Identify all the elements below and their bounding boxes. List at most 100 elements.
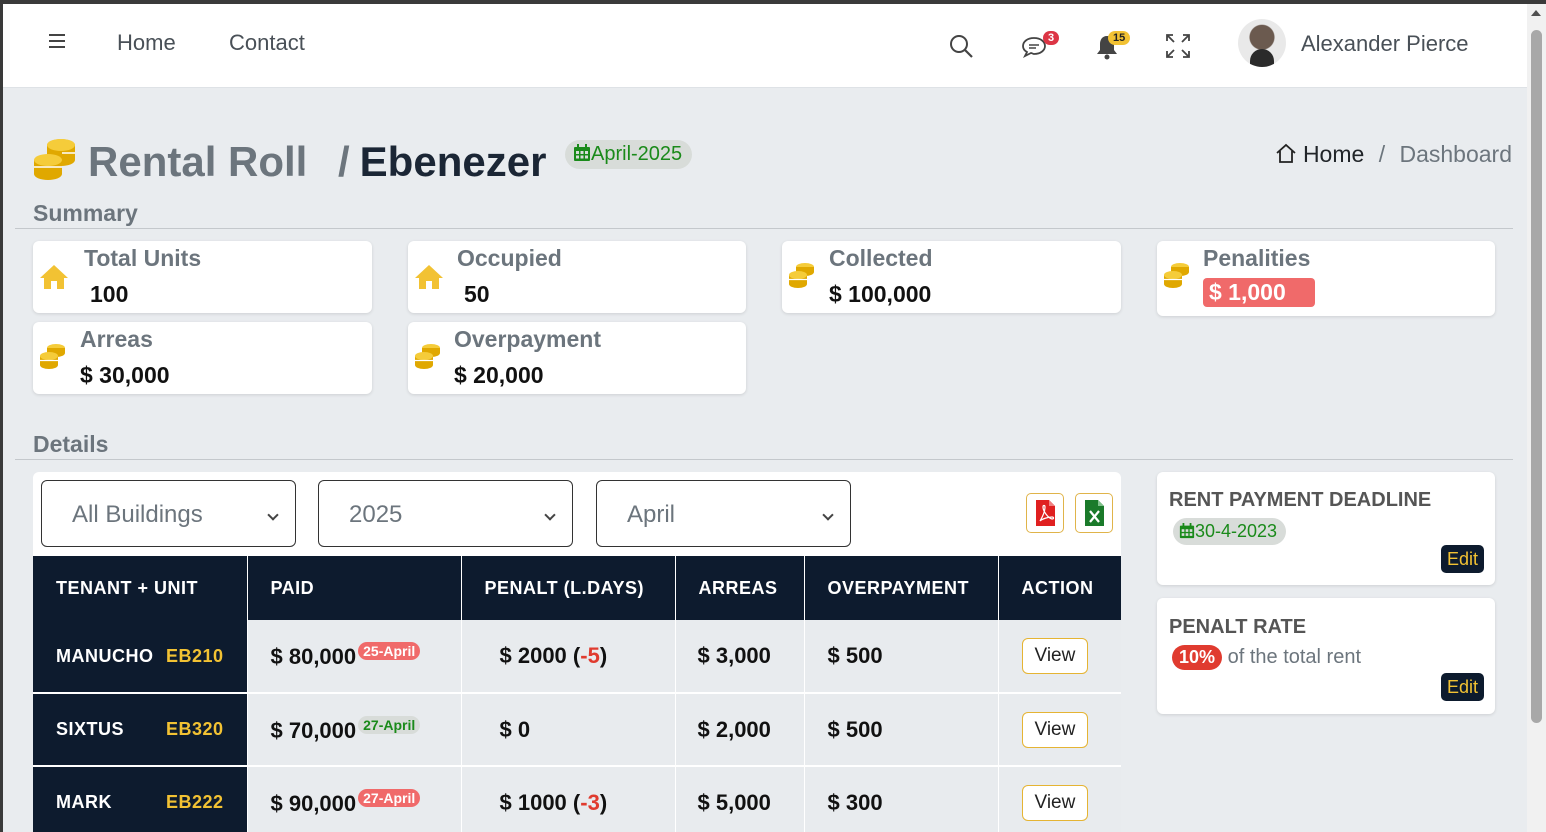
- edit-penalty-rate-button[interactable]: Edit: [1441, 673, 1484, 701]
- stat-value: 100: [90, 281, 129, 307]
- column-header[interactable]: ACTION: [998, 556, 1121, 620]
- stat-card-arreas: Arreas $ 30,000: [33, 322, 372, 394]
- user-name[interactable]: Alexander Pierce: [1301, 31, 1469, 57]
- view-button[interactable]: View: [1021, 711, 1089, 748]
- rent-roll-table: TENANT + UNIT PAID PENALT (L.DAYS) ARREA…: [33, 556, 1121, 832]
- stat-card-collected: Collected $ 100,000: [782, 241, 1121, 313]
- stat-card-penalities: Penalities $ 1,000: [1157, 241, 1495, 316]
- paid-amount: $ 70,000: [270, 717, 357, 743]
- penalty-rate-text: of the total rent: [1227, 646, 1362, 668]
- overpayment-cell: $ 300: [804, 766, 999, 832]
- stat-value: $ 30,000: [80, 362, 170, 388]
- messages-badge: 3: [1043, 31, 1060, 45]
- home-outline-icon: [1275, 143, 1296, 163]
- excel-file-icon: [1085, 500, 1104, 526]
- column-header[interactable]: TENANT + UNIT: [33, 556, 248, 620]
- notifications-badge: 15: [1108, 31, 1131, 45]
- home-icon: [40, 265, 68, 289]
- building-select-value: All Buildings: [72, 501, 203, 528]
- breadcrumb-separator: /: [1378, 141, 1386, 167]
- year-select[interactable]: 2025: [318, 480, 573, 547]
- month-select[interactable]: April: [596, 480, 851, 547]
- stat-card-total-units: Total Units 100: [33, 241, 372, 313]
- building-name: Ebenezer: [359, 138, 547, 185]
- overpayment-cell: $ 500: [804, 620, 999, 694]
- divider: [15, 228, 1513, 229]
- tenant-name: MARK: [56, 792, 112, 812]
- period-text: April-2025: [591, 143, 683, 165]
- export-excel-button[interactable]: [1075, 493, 1113, 533]
- column-header[interactable]: PENALT (L.DAYS): [461, 556, 676, 620]
- deadline-date: 30-4-2023: [1195, 521, 1278, 541]
- penalty-rate-title: PENALT RATE: [1169, 616, 1307, 638]
- stat-label: Total Units: [84, 245, 202, 271]
- action-cell: View: [998, 693, 1121, 767]
- table-row: SIXTUS EB320 $ 70,000 27-April $ 0 $ 2,000…: [33, 693, 1121, 767]
- tenant-cell: MANUCHO EB210: [33, 620, 248, 694]
- paid-cell: $ 80,000 25-April: [247, 620, 462, 694]
- menu-icon[interactable]: [49, 34, 65, 48]
- stat-value: $ 100,000: [829, 281, 932, 307]
- top-navbar: Home Contact 3 15 Alexander Pierce: [3, 4, 1527, 88]
- window-left-border: [0, 4, 3, 832]
- paid-date-badge: 25-April: [358, 642, 421, 660]
- rent-deadline-title: RENT PAYMENT DEADLINE: [1169, 489, 1432, 511]
- table-row: MARK EB222 $ 90,000 27-April $ 1000 (-3) $…: [33, 766, 1121, 832]
- nav-home-link[interactable]: Home: [117, 30, 176, 56]
- nav-contact-link[interactable]: Contact: [229, 30, 305, 56]
- export-pdf-button[interactable]: [1026, 493, 1064, 533]
- stat-label: Penalities: [1203, 245, 1311, 271]
- breadcrumb-home-link[interactable]: Home: [1303, 141, 1364, 167]
- edit-deadline-button[interactable]: Edit: [1441, 545, 1484, 573]
- tenant-cell: SIXTUS EB320: [33, 693, 248, 767]
- arreas-cell: $ 2,000: [675, 693, 805, 767]
- unit-code: EB320: [166, 719, 224, 739]
- table-row: MANUCHO EB210 $ 80,000 25-April $ 2000 (-5…: [33, 620, 1121, 694]
- view-button[interactable]: View: [1021, 638, 1089, 674]
- breadcrumb: Home / Dashboard: [1275, 141, 1512, 168]
- unit-code: EB210: [166, 645, 224, 666]
- stat-card-overpayment: Overpayment $ 20,000: [408, 322, 746, 394]
- stat-label: Collected: [829, 245, 933, 271]
- divider: [15, 459, 1513, 460]
- pdf-file-icon: [1036, 500, 1055, 526]
- column-header[interactable]: ARREAS: [675, 556, 805, 620]
- paid-amount: $ 90,000: [270, 790, 357, 816]
- penalty-rate-line: 10% of the total rent: [1172, 645, 1361, 670]
- stat-card-occupied: Occupied 50: [408, 241, 746, 313]
- view-button[interactable]: View: [1021, 784, 1089, 821]
- page-title-building: / Ebenezer: [338, 138, 547, 185]
- details-panel: All Buildings 2025 April TENANT + UNIT P…: [33, 472, 1121, 832]
- user-avatar[interactable]: [1238, 19, 1286, 67]
- arreas-cell: $ 5,000: [675, 766, 805, 832]
- chevron-down-icon: [822, 509, 834, 521]
- paid-cell: $ 90,000 27-April: [247, 766, 462, 832]
- penalty-amount: $ 2000: [499, 643, 567, 668]
- unit-code: EB222: [166, 792, 224, 812]
- late-days: -3: [580, 789, 600, 815]
- building-select[interactable]: All Buildings: [41, 480, 296, 547]
- penalty-cell: $ 1000 (-3): [461, 766, 676, 832]
- year-select-value: 2025: [349, 501, 403, 528]
- coins-icon: [1164, 263, 1189, 288]
- month-select-value: April: [627, 501, 676, 528]
- details-heading: Details: [33, 431, 109, 457]
- arreas-cell: $ 3,000: [675, 620, 805, 694]
- action-cell: View: [998, 620, 1121, 694]
- tenant-cell: MARK EB222: [33, 766, 248, 832]
- scrollbar-thumb[interactable]: [1531, 30, 1542, 723]
- period-badge: April-2025: [565, 140, 693, 169]
- calendar-icon: [574, 144, 590, 161]
- paid-cell: $ 70,000 27-April: [247, 693, 462, 767]
- home-icon: [415, 265, 443, 289]
- chevron-down-icon: [267, 509, 279, 521]
- penalty-rate-badge: 10%: [1172, 645, 1223, 670]
- column-header[interactable]: PAID: [247, 556, 462, 620]
- search-icon[interactable]: [948, 33, 974, 59]
- stat-label: Occupied: [457, 245, 562, 271]
- coins-icon: [415, 344, 440, 369]
- fullscreen-icon[interactable]: [1165, 33, 1191, 59]
- column-header[interactable]: OVERPAYMENT: [804, 556, 999, 620]
- scroll-up-arrow-icon[interactable]: [1531, 10, 1541, 16]
- deadline-date-badge: 30-4-2023: [1173, 518, 1287, 545]
